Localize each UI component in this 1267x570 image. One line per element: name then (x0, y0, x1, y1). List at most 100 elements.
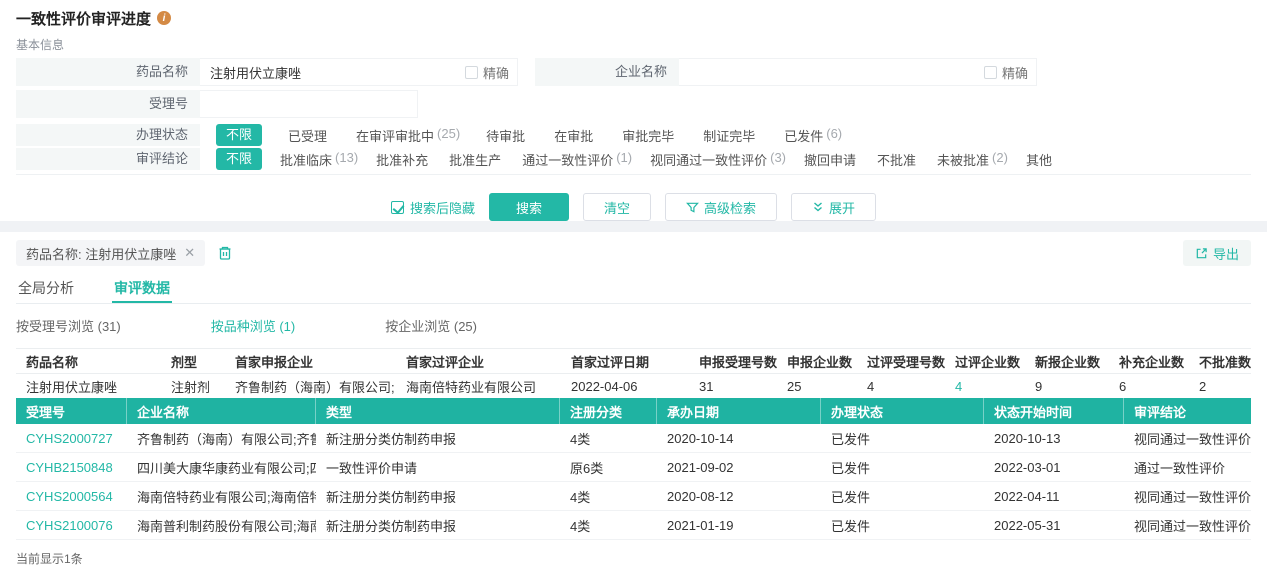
company-name-input[interactable] (689, 65, 984, 80)
detail-cell: 已发件 (821, 429, 984, 448)
filter-option[interactable]: 不限 (216, 124, 262, 146)
detail-header-cell: 审评结论 (1124, 398, 1251, 424)
summary-header-cell: 剂型 (161, 352, 225, 371)
close-icon[interactable]: ✕ (184, 245, 195, 261)
acceptance-no-link[interactable]: CYHS2000727 (26, 431, 113, 446)
detail-header-cell: 状态开始时间 (984, 398, 1124, 424)
filter-bar: 药品名称: 注射用伏立康唑 ✕ 导出 (16, 240, 1251, 266)
filter-option[interactable]: 在审批 (554, 126, 596, 145)
filter-option[interactable]: 其他 (1026, 150, 1055, 169)
summary-table: 药品名称 剂型 首家申报企业 首家过评企业 首家过评日期 申报受理号数 申报企业… (16, 348, 1251, 398)
summary-header-cell: 新报企业数 (1025, 352, 1109, 371)
detail-cell: 2020-10-13 (984, 431, 1124, 446)
subtab-by-acceptance[interactable]: 按受理号浏览 (31) (16, 316, 121, 332)
divider (16, 174, 1251, 175)
advanced-search-icon (686, 201, 699, 214)
detail-cell: 已发件 (821, 458, 984, 477)
detail-cell: 2022-03-01 (984, 460, 1124, 475)
acceptance-no-link[interactable]: CYHS2000564 (26, 489, 113, 504)
summary-row: 注射用伏立康唑 注射剂 齐鲁制药（海南）有限公司; 海南倍特药业有限公司 202… (16, 374, 1251, 398)
detail-cell: 视同通过一致性评价 (1124, 487, 1251, 506)
detail-cell: 4类 (560, 429, 657, 448)
filter-option[interactable]: 在审评审批中(25) (356, 126, 460, 145)
status-filter-row: 办理状态 不限 已受理 在审评审批中(25) 待审批 在审批 审批完毕 制证完毕… (16, 124, 1251, 146)
drug-name-input-wrap: 精确 (200, 58, 518, 86)
drug-name-input[interactable] (210, 65, 465, 80)
search-button[interactable]: 搜索 (489, 193, 569, 221)
filter-option[interactable]: 已发件(6) (784, 126, 842, 145)
company-name-exact-checkbox[interactable] (984, 66, 997, 79)
filter-option[interactable]: 制证完毕 (703, 126, 758, 145)
hide-after-search-checkbox[interactable] (391, 201, 404, 214)
trash-button[interactable] (217, 245, 233, 261)
filter-option[interactable]: 审批完毕 (622, 126, 677, 145)
detail-cell: 2022-05-31 (984, 518, 1124, 533)
count-link[interactable]: 4 (955, 379, 962, 394)
basic-info-label: 基本信息 (16, 36, 1251, 50)
detail-cell: 4类 (560, 487, 657, 506)
conclusion-filter-label: 审评结论 (16, 148, 200, 170)
tab-bar: 全局分析 审评数据 (16, 274, 1251, 304)
count-link[interactable]: 2 (1199, 379, 1206, 394)
detail-header-cell: 承办日期 (657, 398, 821, 424)
detail-cell: 2021-01-19 (657, 518, 821, 533)
drug-name-exact: 精确 (465, 63, 509, 82)
status-filter-label: 办理状态 (16, 124, 200, 146)
filter-option[interactable]: 待审批 (486, 126, 528, 145)
detail-cell: 4类 (560, 516, 657, 535)
detail-header-cell: 受理号 (16, 398, 127, 424)
detail-header-cell: 注册分类 (560, 398, 657, 424)
acceptance-no-input-wrap (200, 90, 418, 118)
filter-option[interactable]: 批准补充 (376, 150, 431, 169)
count-link[interactable]: 6 (1119, 379, 1126, 394)
filter-option[interactable]: 已受理 (288, 126, 330, 145)
detail-cell: 新注册分类仿制药申报 (316, 487, 560, 506)
table-row: CYHS2000727 齐鲁制药（海南）有限公司;齐鲁制药... 新注册分类仿制… (16, 424, 1251, 453)
tab-review-data[interactable]: 审评数据 (112, 274, 172, 303)
subtab-by-variety[interactable]: 按品种浏览 (1) (211, 316, 296, 332)
export-button[interactable]: 导出 (1183, 240, 1251, 266)
count-link[interactable]: 4 (867, 379, 874, 394)
title-row: 一致性评价审评进度 i (16, 8, 1251, 28)
table-row: CYHB2150848 四川美大康华康药业有限公司;四川美... 一致性评价申请… (16, 453, 1251, 482)
drug-name-exact-checkbox[interactable] (465, 66, 478, 79)
chevron-double-down-icon (812, 201, 824, 213)
company-name-input-wrap: 精确 (679, 58, 1037, 86)
tab-global-analysis[interactable]: 全局分析 (16, 274, 76, 303)
summary-header-cell: 补充企业数 (1109, 352, 1189, 371)
summary-header-cell: 过评受理号数 (857, 352, 945, 371)
summary-header-cell: 首家过评企业 (396, 352, 561, 371)
detail-cell: 海南倍特药业有限公司;海南倍特药业... (127, 487, 316, 506)
detail-cell: 2020-10-14 (657, 431, 821, 446)
acceptance-no-input[interactable] (210, 97, 409, 112)
filter-option[interactable]: 撤回申请 (804, 150, 859, 169)
acceptance-no-link[interactable]: CYHB2150848 (26, 460, 113, 475)
info-icon[interactable]: i (157, 11, 171, 25)
detail-cell: 通过一致性评价 (1124, 458, 1251, 477)
filter-option[interactable]: 通过一致性评价(1) (522, 150, 632, 169)
detail-header-cell: 办理状态 (821, 398, 984, 424)
filter-option[interactable]: 不限 (216, 148, 262, 170)
filter-option[interactable]: 不批准 (877, 150, 919, 169)
count-link[interactable]: 31 (699, 379, 713, 394)
filter-option[interactable]: 视同通过一致性评价(3) (650, 150, 786, 169)
detail-cell: 已发件 (821, 516, 984, 535)
trash-icon (217, 245, 233, 261)
detail-cell: 一致性评价申请 (316, 458, 560, 477)
hide-after-search[interactable]: 搜索后隐藏 (391, 198, 475, 217)
subtab-by-company[interactable]: 按企业浏览 (25) (385, 316, 477, 332)
expand-button[interactable]: 展开 (791, 193, 876, 221)
acceptance-no-link[interactable]: CYHS2100076 (26, 518, 113, 533)
count-link[interactable]: 9 (1035, 379, 1042, 394)
detail-header-cell: 企业名称 (127, 398, 316, 424)
summary-header-cell: 申报受理号数 (689, 352, 777, 371)
detail-cell: 新注册分类仿制药申报 (316, 516, 560, 535)
clear-button[interactable]: 清空 (583, 193, 651, 221)
filter-option[interactable]: 未被批准(2) (937, 150, 1008, 169)
filter-option[interactable]: 批准生产 (449, 150, 504, 169)
advanced-search-button[interactable]: 高级检索 (665, 193, 777, 221)
hide-after-search-label: 搜索后隐藏 (410, 198, 475, 217)
filter-option[interactable]: 批准临床(13) (280, 150, 358, 169)
count-link[interactable]: 25 (787, 379, 801, 394)
detail-cell: 已发件 (821, 487, 984, 506)
